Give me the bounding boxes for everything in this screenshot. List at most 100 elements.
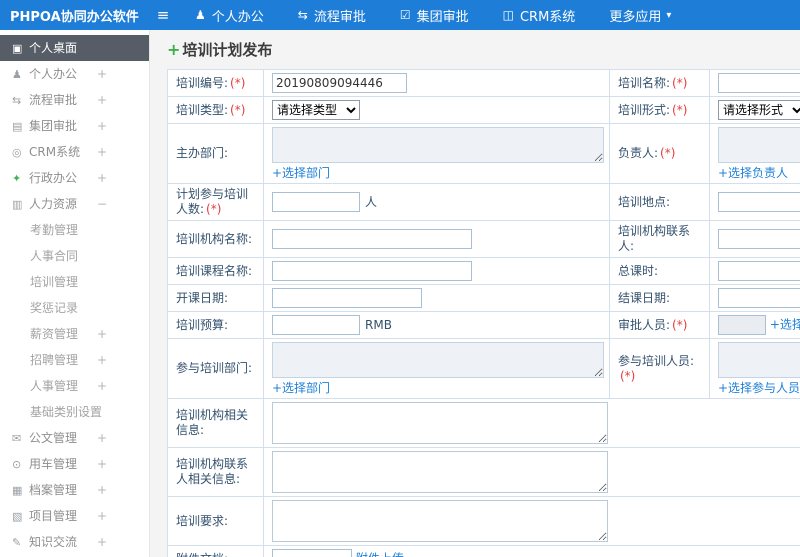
select-leader-link[interactable]: +选择负责人 <box>718 166 788 180</box>
select-host-dept-link[interactable]: +选择部门 <box>272 166 330 180</box>
sidebar-item-vehicle[interactable]: ⊙ 用车管理 + <box>0 451 149 477</box>
project-icon: ▧ <box>12 510 23 523</box>
field-label: 培训类型: (*) <box>167 96 264 124</box>
org-contact-input[interactable] <box>718 229 800 249</box>
field-cell <box>709 69 800 97</box>
org-contact-info-textarea[interactable] <box>272 451 608 493</box>
sidebar-item-workflow[interactable]: ⇆ 流程审批 + <box>0 87 149 113</box>
start-date-input[interactable] <box>272 288 422 308</box>
field-label: 培训编号: (*) <box>167 69 264 97</box>
sidebar-item-label: 奖惩记录 <box>30 301 79 315</box>
desktop-icon: ▣ <box>12 42 23 55</box>
form-row: 参与培训部门: +选择部门 参与培训人员:(*) +选择参与人员 <box>167 338 800 399</box>
hamburger-menu-icon[interactable]: ≡ <box>148 6 178 24</box>
sidebar-item-label: 招聘管理 <box>30 353 79 367</box>
sidebar-item-admin-office[interactable]: ✦ 行政办公 + <box>0 165 149 191</box>
training-form-table: 培训编号:(*) 培训名称:(*) 培训类型:(*) 请选择类型 培训形式:(*… <box>167 69 800 557</box>
join-dept-textarea[interactable] <box>272 342 604 378</box>
field-label: 培训机构相关信息: <box>167 398 264 448</box>
sidebar-item-hr-contract[interactable]: 人事合同 <box>0 243 149 269</box>
sidebar-item-projects[interactable]: ▧ 项目管理 + <box>0 503 149 529</box>
plus-icon: + <box>97 353 108 367</box>
plus-icon: + <box>97 509 108 523</box>
org-name-input[interactable] <box>272 229 472 249</box>
plus-icon: + <box>97 93 108 107</box>
location-input[interactable] <box>718 192 800 212</box>
field-cell: 请选择形式 <box>709 96 800 124</box>
planned-count-input[interactable] <box>272 192 360 212</box>
sidebar-item-rewards[interactable]: 奖惩记录 <box>0 295 149 321</box>
required-mark: (*) <box>672 75 688 90</box>
host-dept-textarea[interactable] <box>272 127 604 163</box>
sidebar-item-label: 培训管理 <box>30 275 79 289</box>
page-title: + 培训计划发布 <box>167 39 800 59</box>
sidebar-item-training[interactable]: 培训管理 <box>0 269 149 295</box>
form-row: 培训编号:(*) 培训名称:(*) <box>167 69 800 97</box>
leader-textarea[interactable] <box>718 127 800 163</box>
field-label: 总课时: <box>609 257 710 285</box>
sidebar-item-label: 项目管理 <box>29 509 78 523</box>
sidebar-item-label: 人事管理 <box>30 379 79 393</box>
sidebar-item-group-approval[interactable]: ▤ 集团审批 + <box>0 113 149 139</box>
join-people-textarea[interactable] <box>718 342 800 378</box>
sidebar-item-documents[interactable]: ✉ 公文管理 + <box>0 425 149 451</box>
field-cell: 人 <box>263 183 610 221</box>
requirements-textarea[interactable] <box>272 500 608 542</box>
knowledge-icon: ✎ <box>12 536 22 549</box>
budget-input[interactable] <box>272 315 360 335</box>
nav-item-crm[interactable]: ◫ CRM系统 <box>486 0 593 30</box>
training-name-input[interactable] <box>718 73 800 93</box>
sidebar-item-base-category[interactable]: 基础类别设置 <box>0 399 149 425</box>
sidebar-item-label: 公文管理 <box>29 431 78 445</box>
nav-item-personal-office[interactable]: ♟ 个人办公 <box>178 0 281 30</box>
select-approver-link[interactable]: +选择审批人员 <box>770 318 800 332</box>
unit-suffix: 人 <box>365 194 378 209</box>
sidebar-item-label: 用车管理 <box>29 457 78 471</box>
field-label: 培训要求: <box>167 496 264 546</box>
field-label: 结课日期: <box>609 284 710 312</box>
training-code-input[interactable] <box>272 73 407 93</box>
org-info-textarea[interactable] <box>272 402 608 444</box>
field-label: 审批人员: (*) <box>609 311 710 339</box>
sidebar-item-salary[interactable]: 薪资管理 + <box>0 321 149 347</box>
select-join-dept-link[interactable]: +选择部门 <box>272 381 330 395</box>
form-row: 培训机构相关信息: <box>167 398 800 448</box>
select-join-people-link[interactable]: +选择参与人员 <box>718 381 800 395</box>
plus-icon: + <box>97 67 108 81</box>
required-mark: (*) <box>672 102 688 117</box>
nav-item-group-approval[interactable]: ☑ 集团审批 <box>383 0 486 30</box>
training-mode-select[interactable]: 请选择形式 <box>718 100 800 120</box>
attachment-input[interactable] <box>272 549 352 557</box>
approval-icon: ▤ <box>12 120 23 133</box>
sidebar-item-hr[interactable]: ▥ 人力资源 − <box>0 191 149 217</box>
nav-item-workflow-approval[interactable]: ⇆ 流程审批 <box>281 0 383 30</box>
sidebar-item-attendance[interactable]: 考勤管理 <box>0 217 149 243</box>
plus-icon: + <box>97 119 108 133</box>
form-row: 附件文档: 附件上传 <box>167 545 800 557</box>
sidebar-item-personal-office[interactable]: ♟ 个人办公 + <box>0 61 149 87</box>
sidebar-item-knowledge[interactable]: ✎ 知识交流 + <box>0 529 149 555</box>
course-name-input[interactable] <box>272 261 472 281</box>
nav-label: CRM系统 <box>519 9 576 25</box>
sidebar-item-crm[interactable]: ◎ CRM系统 + <box>0 139 149 165</box>
field-cell <box>709 284 800 312</box>
form-row: 培训机构联系人相关信息: <box>167 447 800 497</box>
field-label: 参与培训部门: <box>167 338 264 399</box>
field-cell: 附件上传 <box>263 545 800 557</box>
required-mark: (*) <box>230 102 246 117</box>
form-row: 培训机构名称: 培训机构联系人: <box>167 220 800 258</box>
required-mark: (*) <box>660 146 676 160</box>
field-cell <box>263 220 610 258</box>
field-label: 培训课程名称: <box>167 257 264 285</box>
sidebar-item-archives[interactable]: ▦ 档案管理 + <box>0 477 149 503</box>
sidebar-item-recruitment[interactable]: 招聘管理 + <box>0 347 149 373</box>
total-hours-input[interactable] <box>718 261 800 281</box>
attachment-upload-link[interactable]: 附件上传 <box>356 552 404 557</box>
end-date-input[interactable] <box>718 288 800 308</box>
training-type-select[interactable]: 请选择类型 <box>272 100 360 120</box>
approver-input[interactable] <box>718 315 766 335</box>
sidebar-item-personnel[interactable]: 人事管理 + <box>0 373 149 399</box>
sidebar-item-desktop[interactable]: ▣ 个人桌面 <box>0 35 149 61</box>
nav-item-more-apps[interactable]: 更多应用 ▾ <box>592 0 688 30</box>
plus-icon: + <box>97 379 108 393</box>
